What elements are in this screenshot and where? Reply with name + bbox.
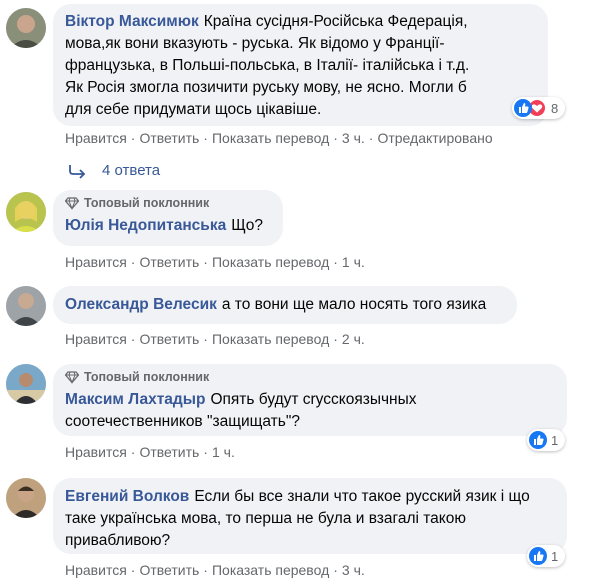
comment-actions: Нравится · Ответить · Показать перевод · 1 ч. [65, 254, 365, 270]
top-fan-badge: Топовый поклонник [65, 195, 271, 211]
reply-link[interactable]: Ответить [139, 331, 199, 347]
comment-actions: Нравится · Ответить · 1 ч. [65, 444, 235, 460]
reply-link[interactable]: Ответить [139, 130, 199, 146]
timestamp[interactable]: 3 ч. [342, 130, 365, 146]
timestamp[interactable]: 1 ч. [342, 254, 365, 270]
reply-link[interactable]: Ответить [139, 254, 199, 270]
reaction-count: 1 [551, 432, 559, 448]
reaction-summary[interactable]: 1 [527, 545, 566, 567]
reply-link[interactable]: Ответить [139, 444, 199, 460]
avatar[interactable] [6, 286, 46, 326]
avatar-photo [6, 286, 46, 326]
comment-bubble: Евгений Волков Если бы все знали что тако… [53, 478, 567, 554]
avatar-photo [6, 478, 46, 518]
avatar-photo [6, 364, 46, 404]
comment-author[interactable]: Юлія Недопитанська [65, 217, 226, 234]
like-link[interactable]: Нравится [65, 254, 127, 270]
like-reaction-icon [529, 431, 547, 449]
translate-link[interactable]: Показать перевод [212, 331, 329, 347]
comment-text: а то вони ще мало носять того язика [221, 296, 487, 313]
comment-author[interactable]: Віктор Максимюк [65, 13, 199, 30]
diamond-badge-icon [65, 371, 79, 384]
comment-author[interactable]: Евгений Волков [65, 488, 189, 505]
like-reaction-icon [514, 99, 532, 117]
comment-bubble: Віктор Максимюк Країна сусідня-Російська … [53, 4, 548, 126]
reaction-count: 1 [551, 548, 559, 564]
comment-bubble: Топовый поклонник Максим Лахтадыр Опять б… [53, 364, 567, 436]
avatar[interactable] [6, 192, 46, 232]
top-fan-badge: Топовый поклонник [65, 369, 555, 385]
comment-actions: Нравится · Ответить · Показать перевод · 2 ч. [65, 331, 365, 347]
comment-text-line: таке українська мова, то перша не була и… [65, 510, 466, 527]
comment-text-line: Країна сусідня-Російська Федерація, [203, 13, 468, 30]
comment-text: Що? [231, 217, 263, 234]
comment-text-line: соотечественников "защищать"? [65, 413, 300, 430]
replies-label: 4 ответа [102, 162, 161, 179]
translate-link[interactable]: Показать перевод [212, 254, 329, 270]
translate-link[interactable]: Показать перевод [212, 130, 329, 146]
like-link[interactable]: Нравится [65, 331, 127, 347]
like-link[interactable]: Нравится [65, 562, 127, 578]
reply-link[interactable]: Ответить [139, 562, 199, 578]
comment-text-line: привабливою? [65, 532, 171, 549]
comment-bubble: Олександр Велесик а то вони ще мало носят… [53, 286, 517, 324]
like-reaction-icon [529, 547, 547, 565]
avatar-photo [6, 8, 46, 48]
avatar-photo [6, 192, 46, 232]
reaction-count: 8 [551, 100, 559, 116]
translate-link[interactable]: Показать перевод [212, 562, 329, 578]
timestamp[interactable]: 2 ч. [342, 331, 365, 347]
comment-text-line: Як Росія змогла позичити руську мову, не… [65, 79, 467, 96]
comment-bubble: Топовый поклонник Юлія Недопитанська Що? [53, 190, 283, 246]
comment-actions: Нравится · Ответить · Показать перевод · 3 ч. ·… [65, 130, 493, 146]
comment-author[interactable]: Максим Лахтадыр [65, 391, 205, 408]
comment-author[interactable]: Олександр Велесик [65, 296, 217, 313]
reaction-summary[interactable]: 8 [512, 97, 566, 119]
comment-text-line: Если бы все знали что такое русский язик… [194, 488, 530, 505]
comment-text-line: мова,як вони вказують - руська. Як відом… [65, 35, 445, 52]
view-replies-button[interactable]: 4 ответа [66, 162, 160, 179]
comment-actions: Нравится · Ответить · Показать перевод · 3 ч. [65, 562, 365, 578]
replies-arrow-icon [69, 164, 86, 179]
avatar[interactable] [6, 364, 46, 404]
avatar[interactable] [6, 478, 46, 518]
badge-label: Топовый поклонник [84, 370, 210, 384]
diamond-badge-icon [65, 197, 79, 210]
timestamp[interactable]: 3 ч. [342, 562, 365, 578]
avatar[interactable] [6, 8, 46, 48]
comment-text-line: для себе придумати щось цікавіше. [65, 101, 322, 118]
like-link[interactable]: Нравится [65, 444, 127, 460]
timestamp[interactable]: 1 ч. [212, 444, 235, 460]
badge-label: Топовый поклонник [84, 196, 210, 210]
like-link[interactable]: Нравится [65, 130, 127, 146]
comment-text-line: Опять будут сrусскоязычных [210, 391, 417, 408]
edited-label: Отредактировано [377, 130, 493, 146]
reaction-summary[interactable]: 1 [527, 429, 566, 451]
comment-text-line: французька, в Польші-польська, в Італії-… [65, 57, 470, 74]
